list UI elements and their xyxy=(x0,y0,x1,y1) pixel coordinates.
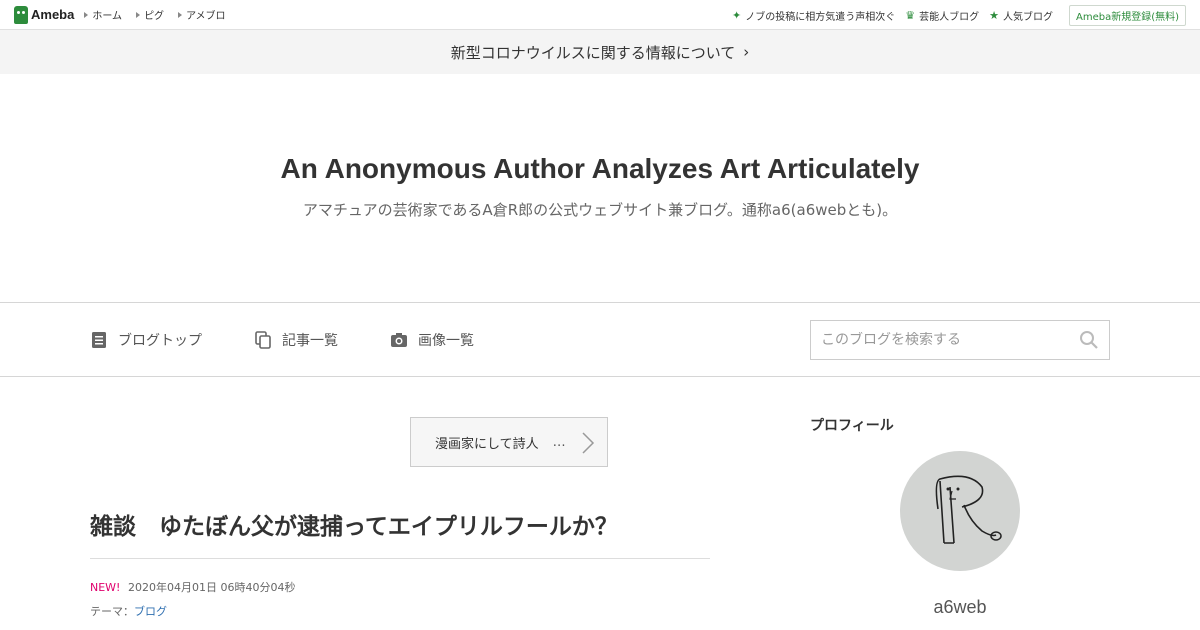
trending-news-link[interactable]: ✦ ノブの投稿に相方気遣う声相次ぐ xyxy=(732,8,895,23)
entry-title[interactable]: 雑談 ゆたぼん父が逮捕ってエイプリルフールか？ xyxy=(90,507,618,541)
nav-link-label: ホーム xyxy=(92,11,123,22)
camera-icon xyxy=(391,332,407,347)
copy-icon xyxy=(255,330,271,349)
nav-article-list[interactable]: 記事一覧 xyxy=(254,330,338,350)
nav-link-home[interactable]: ホーム xyxy=(84,7,122,22)
nav-image-list[interactable]: 画像一覧 xyxy=(390,330,474,350)
blog-title[interactable]: An Anonymous Author Analyzes Art Articul… xyxy=(281,153,920,185)
blog-description: アマチュアの芸術家であるA倉R郎の公式ウェブサイト兼ブログ。通称a6(a6web… xyxy=(302,200,898,219)
avatar-drawing xyxy=(935,475,1002,544)
theme-link-box[interactable]: 漫画家にして詩人 … xyxy=(410,417,608,467)
nav-link-label: ピグ xyxy=(144,11,165,22)
new-badge: NEW! xyxy=(90,581,121,594)
search-icon[interactable] xyxy=(1079,330,1099,350)
sparkle-icon: ✦ xyxy=(732,8,742,22)
triangle-bullet-icon xyxy=(84,11,89,18)
profile-heading: プロフィール xyxy=(810,418,894,434)
nav-link-pigg[interactable]: ピグ xyxy=(136,7,164,22)
nav-link-ameblo[interactable]: アメブロ xyxy=(178,7,226,22)
blog-nav: ブログトップ 記事一覧 画像一覧 xyxy=(0,303,1200,377)
crown-icon: ♛ xyxy=(905,8,916,22)
avatar[interactable] xyxy=(900,451,1020,571)
nav-image-list-label: 画像一覧 xyxy=(418,332,474,349)
triangle-bullet-icon xyxy=(178,11,183,18)
nav-link-label: アメブロ xyxy=(186,11,226,22)
ellipsis: … xyxy=(552,434,566,450)
divider xyxy=(90,558,710,559)
theme-label: テーマ： xyxy=(90,605,134,618)
document-icon xyxy=(92,331,106,348)
chevron-right-icon xyxy=(582,432,595,454)
blog-header: An Anonymous Author Analyzes Art Articul… xyxy=(0,74,1200,303)
search-input[interactable] xyxy=(821,332,1079,348)
blog-search xyxy=(810,320,1110,360)
global-header: Ameba ホーム ピグ アメブロ ✦ ノブの投稿に相方気遣う声相次ぐ ♛ 芸能人ブ… xyxy=(0,0,1200,30)
entry-datetime: 2020年04月01日 06時40分04秒 xyxy=(127,581,296,594)
celebrity-blog-label: 芸能人ブログ xyxy=(919,11,980,23)
trending-news-label: ノブの投稿に相方気遣う声相次ぐ xyxy=(745,11,896,23)
ameba-mascot-icon xyxy=(14,5,28,24)
logo-text: Ameba xyxy=(31,7,75,22)
star-icon: ★ xyxy=(989,8,999,22)
nav-article-list-label: 記事一覧 xyxy=(282,332,338,349)
top-right-links: ✦ ノブの投稿に相方気遣う声相次ぐ ♛ 芸能人ブログ ★ 人気ブログ Ameba新規登… xyxy=(732,0,1186,30)
popular-blog-link[interactable]: ★ 人気ブログ xyxy=(989,8,1053,23)
register-button[interactable]: Ameba新規登録(無料) xyxy=(1068,4,1186,26)
theme-link-label: 漫画家にして詩人 xyxy=(435,436,539,452)
nav-blog-top-label: ブログトップ xyxy=(118,332,202,349)
global-nav: ホーム ピグ アメブロ xyxy=(84,7,226,22)
main-content: 漫画家にして詩人 … 雑談 ゆたぼん父が逮捕ってエイプリルフールか？ NEW! … xyxy=(0,377,1200,629)
entry-theme: テーマ：ブログ xyxy=(90,603,167,619)
entry-meta: NEW! 2020年04月01日 06時40分04秒 xyxy=(90,579,295,595)
nav-blog-top[interactable]: ブログトップ xyxy=(90,330,202,350)
covid-notice-link[interactable]: 新型コロナウイルスに関する情報について › xyxy=(0,30,1200,74)
chevron-right-icon: › xyxy=(743,43,750,61)
triangle-bullet-icon xyxy=(136,11,141,18)
theme-link[interactable]: ブログ xyxy=(134,605,167,618)
popular-blog-label: 人気ブログ xyxy=(1002,11,1053,23)
ameba-logo[interactable]: Ameba xyxy=(14,5,75,24)
profile-username[interactable]: a6web xyxy=(900,597,1020,618)
notice-text: 新型コロナウイルスに関する情報について xyxy=(450,43,736,62)
celebrity-blog-link[interactable]: ♛ 芸能人ブログ xyxy=(905,8,979,23)
